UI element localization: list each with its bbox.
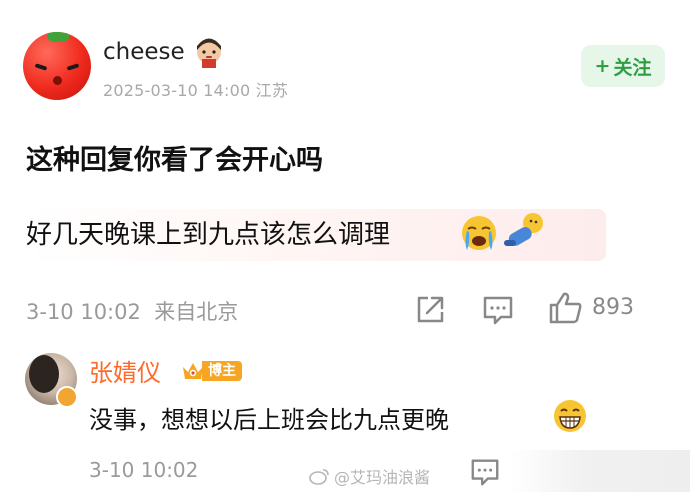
post-timestamp: 2025-03-10 14:00 江苏: [103, 81, 289, 100]
reply-text: 没事，想想以后上班会比九点更晚: [89, 406, 449, 434]
follow-label: 关注: [613, 56, 652, 79]
post-title: 这种回复你看了会开心吗: [26, 145, 323, 176]
plus-icon: +: [594, 55, 611, 77]
cry-emoji-icon: [462, 216, 496, 250]
like-icon[interactable]: [548, 290, 584, 326]
verified-badge-icon: [56, 386, 78, 408]
quote-text: 好几天晚课上到九点该怎么调理: [26, 220, 391, 250]
post-meta: 3-10 10:02 来自北京: [26, 300, 239, 324]
weibo-logo-icon: [309, 469, 329, 485]
grin-emoji-icon: [554, 400, 586, 432]
comment-icon[interactable]: [481, 293, 515, 327]
user-avatar[interactable]: [23, 32, 91, 100]
watermark: @艾玛油浪酱: [308, 464, 430, 488]
blogger-badge-label: 博主: [202, 361, 242, 381]
username[interactable]: cheese: [103, 39, 185, 65]
blogger-badge: 博主: [180, 358, 242, 384]
reply-meta: 3-10 10:02: [89, 458, 199, 482]
share-icon[interactable]: [413, 293, 447, 327]
watermark-text: @艾玛油浪酱: [334, 468, 431, 487]
user-emoji-icon: [197, 38, 221, 68]
reply-username[interactable]: 张婧仪: [89, 353, 161, 388]
like-count: 893: [592, 295, 634, 320]
fall-emoji-icon: [504, 213, 543, 246]
follow-button[interactable]: + 关注: [581, 45, 665, 87]
reply-comment-icon[interactable]: [469, 456, 501, 488]
blurred-area: [510, 450, 690, 492]
